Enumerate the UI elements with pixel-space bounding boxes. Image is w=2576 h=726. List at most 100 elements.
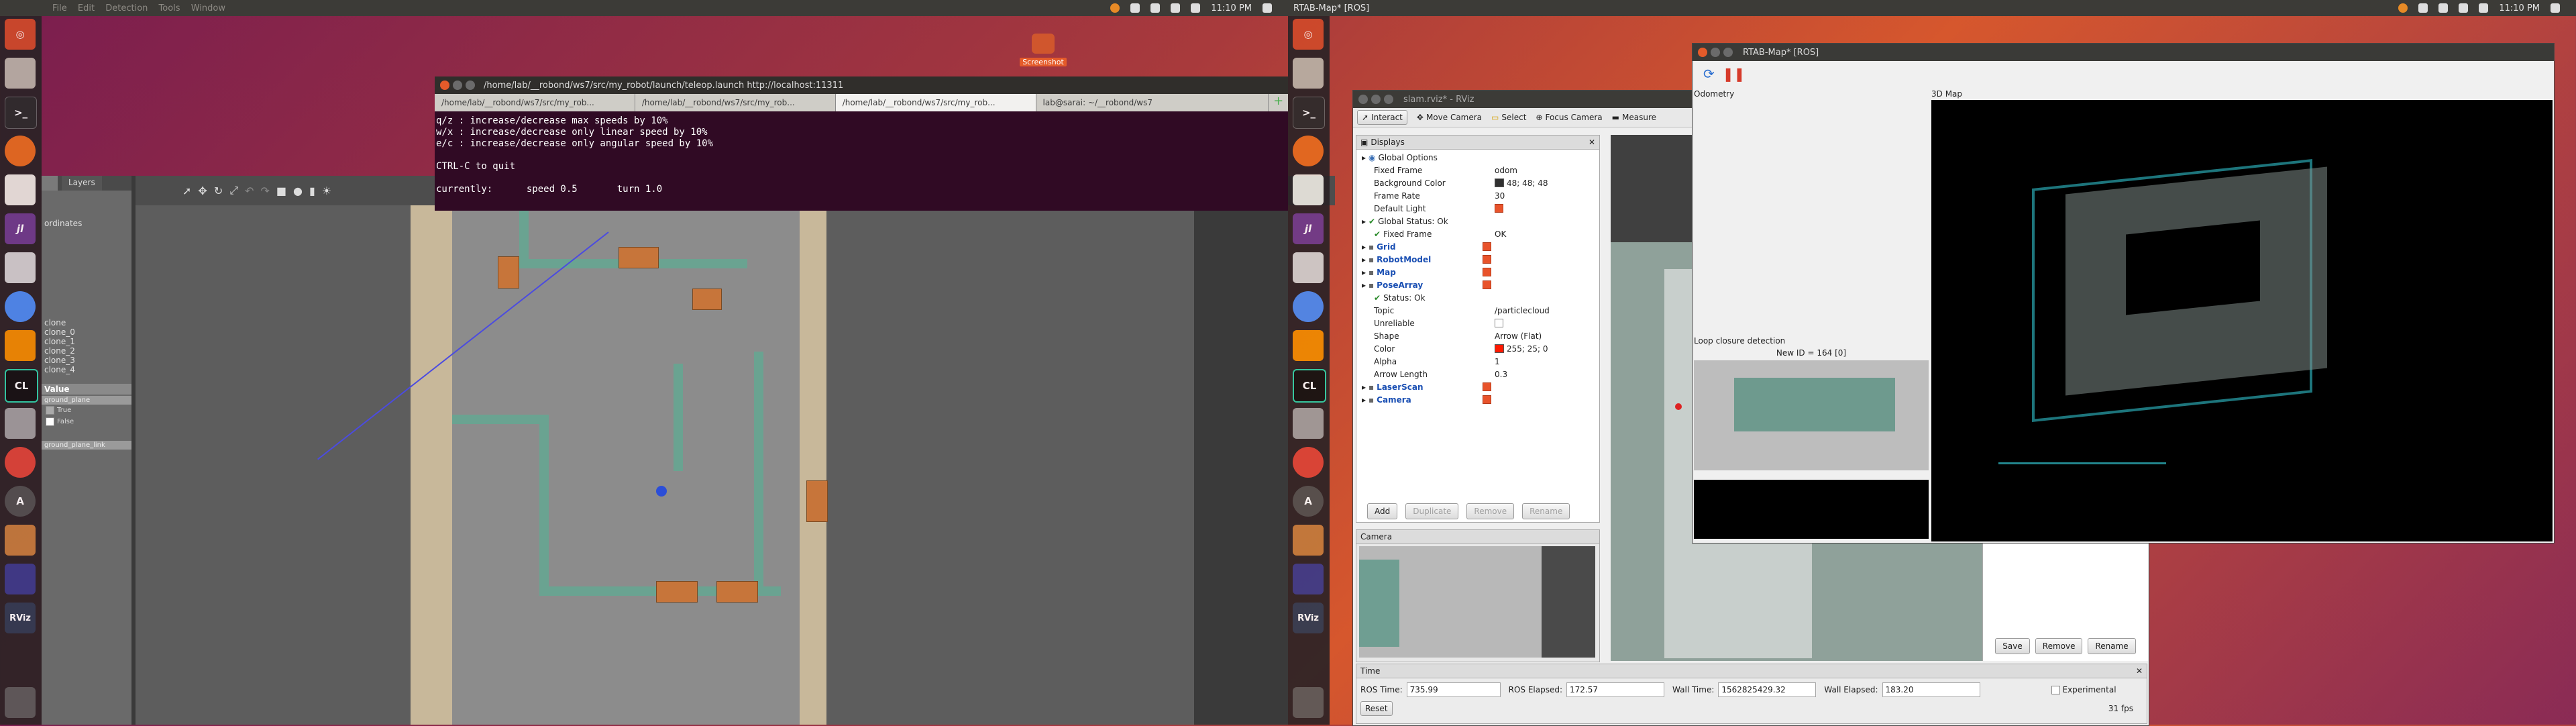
right-monitor-icon[interactable] <box>1293 252 1324 283</box>
menu-detection[interactable]: Detection <box>105 3 148 13</box>
color-swatch[interactable] <box>1495 344 1504 353</box>
display-tree-row[interactable]: Color 255; 25; 0 <box>1359 342 1597 355</box>
save-view-button[interactable]: Save <box>1995 638 2030 654</box>
right-clion-icon[interactable]: CL <box>1293 369 1326 403</box>
measure-tool[interactable]: ▬ Measure <box>1612 113 1656 122</box>
display-enabled-checkbox[interactable] <box>1495 204 1503 213</box>
right-qtcreator-icon[interactable] <box>1293 564 1324 594</box>
sphere-shape-icon[interactable]: ● <box>293 185 303 197</box>
tab-world[interactable]: World <box>42 176 58 191</box>
clion-icon[interactable]: CL <box>5 369 38 403</box>
display-tree-row[interactable]: ▸ ◉ Global Options <box>1359 151 1597 164</box>
right-software-center-icon[interactable]: A <box>1293 486 1324 517</box>
rviz-minimize-icon[interactable] <box>1371 95 1381 104</box>
text-editor-icon[interactable] <box>5 174 36 205</box>
keyboard-icon[interactable] <box>1150 3 1161 13</box>
display-tree-row[interactable]: Frame Rate 30 <box>1359 189 1597 202</box>
display-enabled-checkbox[interactable] <box>1483 280 1491 289</box>
tree-item-clone-1[interactable]: clone_1 <box>44 337 129 346</box>
display-tree-row[interactable]: Unreliable <box>1359 317 1597 329</box>
rviz-icon[interactable]: RViz <box>5 603 36 633</box>
display-tree-value-cell[interactable] <box>1495 204 1597 213</box>
tree-item-clone-0[interactable]: clone_0 <box>44 327 129 337</box>
rviz-close-icon[interactable] <box>1358 95 1368 104</box>
display-tree-row[interactable]: Shape Arrow (Flat) <box>1359 329 1597 342</box>
display-enabled-checkbox[interactable] <box>1495 319 1503 327</box>
terminal-tab-2[interactable]: /home/lab/__robond/ws7/src/my_rob... <box>635 94 836 111</box>
ros-time-field[interactable]: 735.99 <box>1406 682 1501 697</box>
right-disk-icon[interactable] <box>1293 408 1324 439</box>
light-icon[interactable]: ☀ <box>322 185 331 197</box>
wall-elapsed-field[interactable]: 183.20 <box>1882 682 1980 697</box>
display-tree-value-cell[interactable] <box>1483 268 1597 276</box>
display-tree-row[interactable]: ▸ ▪ LaserScan <box>1359 380 1597 393</box>
select-tool-icon[interactable]: ➚ <box>182 185 191 197</box>
expand-arrow-icon[interactable]: ▸ <box>1362 153 1366 162</box>
display-tree-row[interactable]: ▸ ✔ Global Status: Ok <box>1359 215 1597 227</box>
close-icon[interactable] <box>440 81 449 90</box>
chrome-icon[interactable] <box>5 291 36 322</box>
power-icon[interactable] <box>1263 3 1272 13</box>
gazebo-scene[interactable] <box>136 205 1194 725</box>
display-tree-row[interactable]: ▸ ▪ Grid <box>1359 240 1597 253</box>
expand-arrow-icon[interactable]: ▸ <box>1362 382 1366 392</box>
expand-arrow-icon[interactable]: ▸ <box>1362 217 1366 226</box>
box-shape-icon[interactable]: ■ <box>276 185 286 197</box>
expand-arrow-icon[interactable]: ▸ <box>1362 395 1366 405</box>
right-ubuntu-logo-icon[interactable]: ◎ <box>1293 19 1324 50</box>
display-tree-value-cell[interactable]: OK <box>1495 229 1597 239</box>
display-tree-row[interactable]: ✔ Fixed Frame OK <box>1359 227 1597 240</box>
terminal-tab-1[interactable]: /home/lab/__robond/ws7/src/my_rob... <box>435 94 635 111</box>
ros-elapsed-field[interactable]: 172.57 <box>1566 682 1665 697</box>
display-enabled-checkbox[interactable] <box>1483 268 1491 276</box>
display-tree-row[interactable]: ✔ Status: Ok <box>1359 291 1597 304</box>
focus-camera-tool[interactable]: ⊕ Focus Camera <box>1536 113 1602 122</box>
display-tree-value-cell[interactable]: Arrow (Flat) <box>1495 331 1597 341</box>
display-tree-row[interactable]: Default Light <box>1359 202 1597 215</box>
menu-file[interactable]: File <box>52 3 67 13</box>
cylinder-shape-icon[interactable]: ▮ <box>309 185 315 197</box>
right-rviz-icon[interactable]: RViz <box>1293 603 1324 633</box>
map3d-view[interactable] <box>1931 100 2553 541</box>
display-enabled-checkbox[interactable] <box>1483 242 1491 251</box>
display-enabled-checkbox[interactable] <box>1483 395 1491 404</box>
network-icon[interactable] <box>1130 3 1140 13</box>
display-tree-row[interactable]: Background Color 48; 48; 48 <box>1359 176 1597 189</box>
right-terminal-icon[interactable]: >_ <box>1293 97 1325 129</box>
display-tree-row[interactable]: ▸ ▪ Camera <box>1359 393 1597 406</box>
property-true[interactable]: True <box>42 405 131 416</box>
display-tree-value-cell[interactable] <box>1483 242 1597 251</box>
software-center-icon[interactable]: A <box>5 486 36 517</box>
right-chrome-2-icon[interactable] <box>1293 447 1324 478</box>
desktop-screenshot[interactable]: Screenshot <box>1020 34 1067 75</box>
display-tree-value-cell[interactable] <box>1483 280 1597 289</box>
add-display-button[interactable]: Add <box>1367 503 1398 519</box>
maximize-icon[interactable] <box>466 81 475 90</box>
expand-arrow-icon[interactable]: ▸ <box>1362 280 1366 290</box>
terminal-tab-4[interactable]: lab@sarai: ~/__robond/ws7 <box>1036 94 1269 111</box>
files-icon[interactable] <box>5 58 36 89</box>
disk-icon[interactable] <box>5 408 36 439</box>
duplicate-display-button[interactable]: Duplicate <box>1405 503 1459 519</box>
translate-tool-icon[interactable]: ✥ <box>198 185 207 197</box>
right-network-icon[interactable] <box>2418 3 2428 13</box>
vlc-icon[interactable] <box>5 330 36 361</box>
clock[interactable]: 11:10 PM <box>1211 3 1252 13</box>
display-tree-value-cell[interactable]: 30 <box>1495 191 1597 201</box>
right-power-icon[interactable] <box>2551 3 2560 13</box>
display-tree-value-cell[interactable]: 0.3 <box>1495 370 1597 379</box>
right-keyboard-icon[interactable] <box>2438 3 2449 13</box>
minimize-icon[interactable] <box>453 81 462 90</box>
right-files-icon[interactable] <box>1293 58 1324 89</box>
firefox-icon[interactable] <box>5 136 36 166</box>
right-text-editor-icon[interactable] <box>1293 174 1324 205</box>
display-tree-value-cell[interactable]: 1 <box>1495 357 1597 366</box>
display-tree-value-cell[interactable]: /particlecloud <box>1495 306 1597 315</box>
right-bluetooth-icon[interactable] <box>2459 3 2469 13</box>
select-tool[interactable]: ▭ Select <box>1491 113 1526 122</box>
updates-icon[interactable] <box>1110 3 1120 13</box>
remove-view-button[interactable]: Remove <box>2035 638 2083 654</box>
rename-view-button[interactable]: Rename <box>2088 638 2136 654</box>
rtabmap-minimize-icon[interactable] <box>1711 48 1720 57</box>
new-tab-icon[interactable]: + <box>1269 94 1288 111</box>
